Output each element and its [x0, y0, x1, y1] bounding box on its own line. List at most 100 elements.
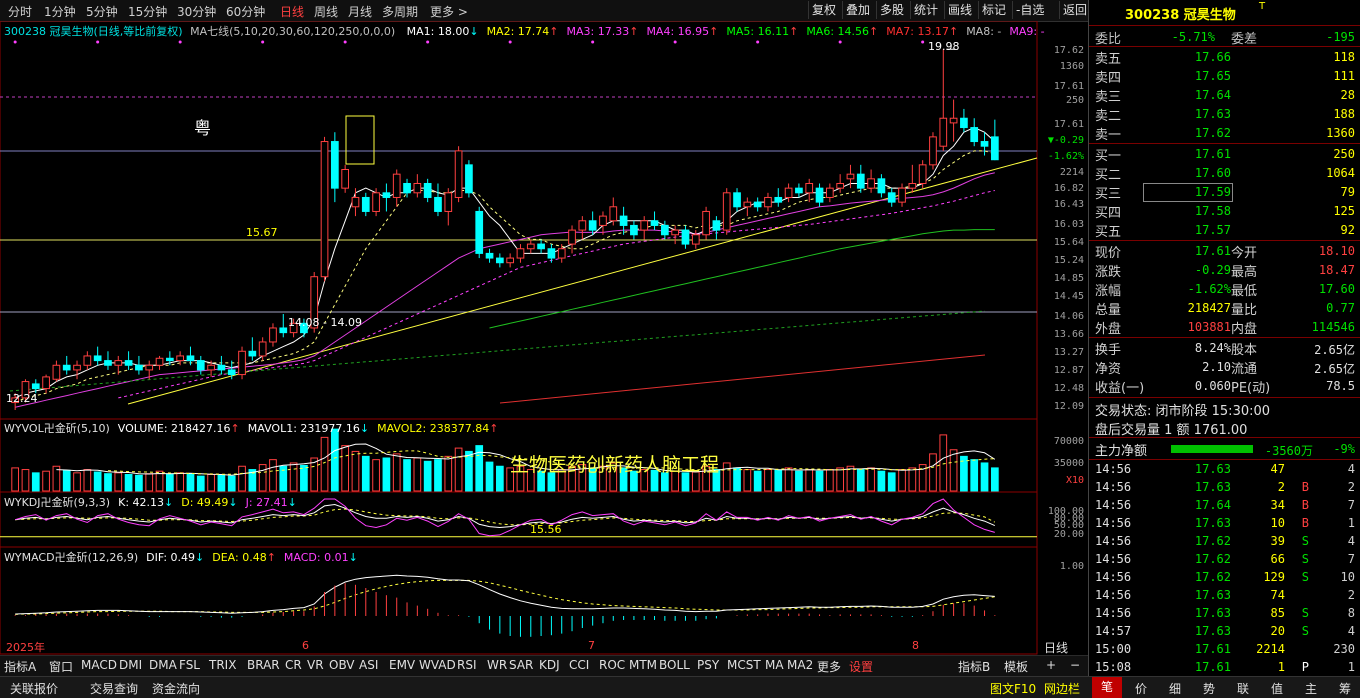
- candle-body-39: [413, 182, 422, 194]
- period-tab-7[interactable]: 周线: [314, 3, 338, 20]
- period-toolbar: 分时 1分钟 5分钟 15分钟 30分钟 60分钟 日线 周线 月线 多周期 更多 > 复权 叠加 多股…: [0, 0, 1088, 22]
- period-tab-5[interactable]: 60分钟: [226, 3, 265, 20]
- tick-bs-9: S: [1301, 624, 1309, 638]
- info-value-1: 2.10: [1202, 360, 1231, 374]
- candle-body-49: [516, 248, 525, 259]
- sell-vol-4: 1360: [1326, 126, 1355, 140]
- tool-button-4[interactable]: 画线: [944, 1, 975, 19]
- kdj-indicator-name[interactable]: WYKDJ卍金斫(9,3,3): [4, 496, 110, 509]
- ma-value-7: MA7: 13.17↑: [886, 25, 959, 38]
- sell-price-0[interactable]: 17.66: [1195, 50, 1231, 64]
- candle-body-80: [836, 182, 845, 189]
- panel-tab-2[interactable]: 细: [1160, 680, 1190, 697]
- buy-price-0[interactable]: 17.61: [1195, 147, 1231, 161]
- price-tick-10: 16.03: [1053, 219, 1084, 230]
- status-link-2[interactable]: 资金流向: [152, 680, 200, 697]
- indicator-tab-1[interactable]: 窗口: [49, 658, 73, 675]
- candle-body-50: [526, 243, 535, 250]
- period-tab-10[interactable]: 更多 >: [430, 3, 468, 20]
- panel-tab-5[interactable]: 值: [1262, 680, 1292, 697]
- volume-bar-83: [867, 467, 875, 492]
- volume-bar-77: [805, 469, 814, 492]
- period-tab-2[interactable]: 5分钟: [86, 3, 118, 20]
- indicator-tab-2[interactable]: MACD: [81, 658, 117, 672]
- indicator-tab-27[interactable]: 设置: [849, 658, 873, 675]
- indicator-tab-26[interactable]: 更多: [817, 658, 841, 675]
- period-tab-6[interactable]: 日线: [280, 3, 304, 20]
- sell-price-3[interactable]: 17.63: [1195, 107, 1231, 121]
- status-mid-1[interactable]: 网边栏: [1044, 680, 1080, 697]
- sell-price-4[interactable]: 17.62: [1195, 126, 1231, 140]
- period-tab-8[interactable]: 月线: [348, 3, 372, 20]
- period-tab-1[interactable]: 1分钟: [44, 3, 76, 20]
- sell-price-1[interactable]: 17.65: [1195, 69, 1231, 83]
- tool-button-7[interactable]: 返回: [1059, 1, 1090, 19]
- period-tab-9[interactable]: 多周期: [382, 3, 418, 20]
- period-tab-0[interactable]: 分时: [8, 3, 32, 20]
- indicator-tab-11[interactable]: ASI: [359, 658, 378, 672]
- status-link-1[interactable]: 交易查询: [90, 680, 138, 697]
- tool-button-0[interactable]: 复权: [808, 1, 839, 19]
- indicator-tab-12[interactable]: EMV: [389, 658, 415, 672]
- indicator-right-1[interactable]: 模板: [1004, 658, 1028, 675]
- indicator-tab-17[interactable]: KDJ: [539, 658, 560, 672]
- panel-tab-3[interactable]: 势: [1194, 680, 1224, 697]
- indicator-tab-3[interactable]: DMI: [119, 658, 142, 672]
- indicator-tab-9[interactable]: VR: [307, 658, 324, 672]
- indicator-tab-10[interactable]: OBV: [329, 658, 355, 672]
- status-link-0[interactable]: 关联报价: [10, 680, 58, 697]
- candle-body-12: [135, 364, 143, 371]
- panel-tab-7[interactable]: 筹: [1330, 680, 1360, 697]
- sell-price-2[interactable]: 17.64: [1195, 88, 1231, 102]
- indicator-right-0[interactable]: 指标B: [958, 658, 990, 675]
- buy-price-4[interactable]: 17.57: [1195, 223, 1231, 237]
- macd-indicator-name[interactable]: WYMACD卍金斫(12,26,9): [4, 551, 138, 564]
- indicator-tab-23[interactable]: MCST: [727, 658, 761, 672]
- indicator-right-2[interactable]: +: [1046, 658, 1056, 672]
- indicator-tab-5[interactable]: FSL: [179, 658, 200, 672]
- indicator-tab-24[interactable]: MA: [765, 658, 784, 672]
- candle-body-36: [382, 192, 391, 198]
- buy-price-1[interactable]: 17.60: [1195, 166, 1231, 180]
- period-tab-3[interactable]: 15分钟: [128, 3, 167, 20]
- tool-button-5[interactable]: 标记: [978, 1, 1009, 19]
- panel-tab-0[interactable]: 笔: [1092, 677, 1122, 698]
- indicator-tab-7[interactable]: BRAR: [247, 658, 280, 672]
- indicator-tab-14[interactable]: RSI: [457, 658, 477, 672]
- candle-body-30: [320, 141, 329, 278]
- indicator-tab-15[interactable]: WR: [487, 658, 507, 672]
- panel-tab-1[interactable]: 价: [1126, 680, 1156, 697]
- indicator-tab-18[interactable]: CCI: [569, 658, 589, 672]
- stock-title: 300238 冠昊生物(日线,等比前复权): [4, 25, 183, 38]
- indicator-tab-4[interactable]: DMA: [149, 658, 177, 672]
- indicator-tab-19[interactable]: ROC: [599, 658, 625, 672]
- indicator-tab-20[interactable]: MTM: [629, 658, 657, 672]
- indicator-tab-6[interactable]: TRIX: [209, 658, 236, 672]
- indicator-tab-0[interactable]: 指标A: [4, 658, 36, 675]
- tool-button-6[interactable]: -自选: [1012, 1, 1047, 19]
- indicator-tab-13[interactable]: WVAD: [419, 658, 456, 672]
- main-flow-label[interactable]: 主力净额: [1095, 440, 1147, 459]
- info-label-2: 收益(一): [1095, 381, 1145, 396]
- period-label: 日线: [1044, 641, 1069, 655]
- vol-indicator-name[interactable]: WYVOL卍金斫(5,10): [4, 422, 110, 435]
- indicator-tab-21[interactable]: BOLL: [659, 658, 690, 672]
- volume-bar-91: [949, 449, 958, 492]
- tool-button-2[interactable]: 多股: [876, 1, 907, 19]
- panel-tab-6[interactable]: 主: [1296, 680, 1326, 697]
- volume-bar-2: [31, 472, 40, 492]
- info-label2-1: 流通: [1231, 362, 1258, 377]
- status-mid-0[interactable]: 图文F10: [990, 680, 1036, 697]
- period-tab-4[interactable]: 30分钟: [177, 3, 216, 20]
- indicator-tab-22[interactable]: PSY: [697, 658, 719, 672]
- indicator-tab-25[interactable]: MA2: [787, 658, 813, 672]
- tool-button-3[interactable]: 统计: [910, 1, 941, 19]
- tool-button-1[interactable]: 叠加: [842, 1, 873, 19]
- indicator-tab-8[interactable]: CR: [285, 658, 302, 672]
- indicator-right-3[interactable]: −: [1070, 658, 1080, 672]
- info-value2-1: 2.65亿: [1314, 362, 1355, 376]
- panel-tab-4[interactable]: 联: [1228, 680, 1258, 697]
- info-value2-0: 2.65亿: [1314, 343, 1355, 357]
- indicator-tab-16[interactable]: SAR: [509, 658, 533, 672]
- buy-price-3[interactable]: 17.58: [1195, 204, 1231, 218]
